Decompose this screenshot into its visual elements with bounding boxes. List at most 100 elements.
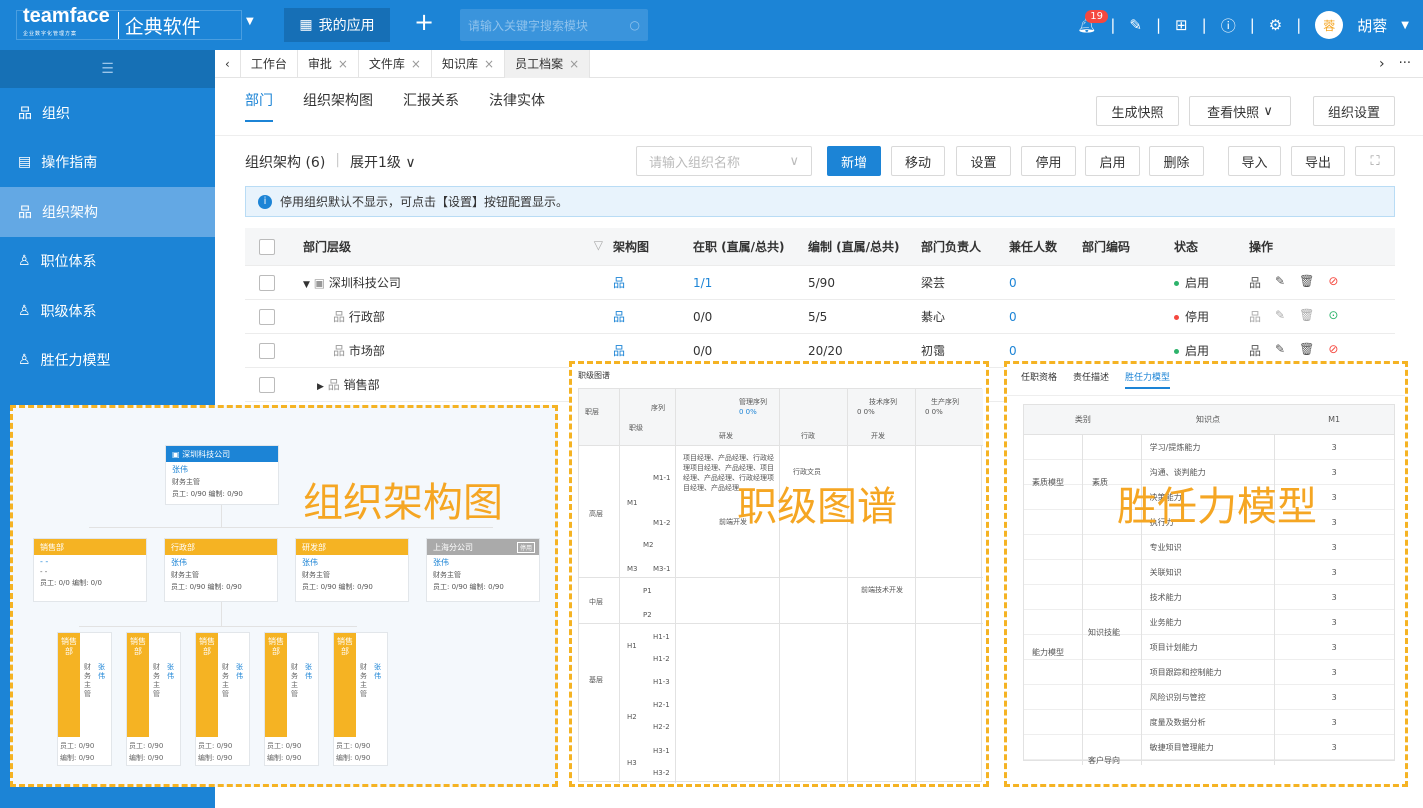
org-name-select[interactable]: 请输入组织名称 ∨ xyxy=(636,146,812,176)
brand-dropdown-icon[interactable]: ▼ xyxy=(246,16,254,27)
settings-button[interactable]: 设置 xyxy=(956,146,1011,176)
export-button[interactable]: 导出 xyxy=(1291,146,1345,176)
expand-level-dropdown[interactable]: 展开1级 ∨ xyxy=(350,152,416,172)
tab-prev-icon[interactable]: ‹ xyxy=(215,49,241,78)
concurrent-count[interactable]: 0 xyxy=(1009,310,1082,324)
add-button[interactable]: 新增 xyxy=(827,146,881,176)
org-node[interactable]: 研发部 张伟 财务主管 员工: 0/90 编制: 0/90 xyxy=(295,538,409,602)
view-snapshot-button[interactable]: 查看快照 ∨ xyxy=(1189,96,1291,126)
edit-icon[interactable]: ✎ xyxy=(1275,274,1285,291)
subnav-reporting[interactable]: 汇报关系 xyxy=(403,90,459,122)
sidebar-item-competency[interactable]: ♙ 胜任力模型 xyxy=(0,336,215,386)
table-row[interactable]: 品 行政部 品 0/0 5/5 綦心 0 停用 品 ✎ 🗑︎ ⊙ xyxy=(245,300,1395,334)
leaf-stat: 员工: 0/90 xyxy=(198,742,233,750)
table-row[interactable]: ▼ ▣ 深圳科技公司 品 1/1 5/90 梁芸 0 启用 品 ✎ 🗑︎ ⊘ xyxy=(245,266,1395,300)
edit-icon[interactable]: ✎ xyxy=(1129,16,1142,34)
disable-icon[interactable]: ⊘ xyxy=(1328,274,1338,291)
caret-right-icon[interactable]: ▶ xyxy=(317,382,324,392)
disable-icon[interactable]: ⊘ xyxy=(1328,342,1338,359)
org-node[interactable]: 销售部 - - - - 员工: 0/0 编制: 0/0 xyxy=(33,538,147,602)
close-icon[interactable]: × xyxy=(411,57,421,71)
gear-icon[interactable]: ⚙ xyxy=(1269,16,1282,34)
import-button[interactable]: 导入 xyxy=(1228,146,1281,176)
org-settings-button[interactable]: 组织设置 xyxy=(1313,96,1395,126)
org-leaf-node[interactable]: 销售部 财务主管 张伟 员工: 0/90 编制: 0/90 xyxy=(333,632,388,766)
filter-icon[interactable]: ▽ xyxy=(594,238,603,255)
chevron-down-icon[interactable]: ▼ xyxy=(1401,20,1409,31)
org-leaf-node[interactable]: 销售部 财务主管 张伟 员工: 0/90 编制: 0/90 xyxy=(126,632,181,766)
sidebar-item-org[interactable]: 品组织 xyxy=(0,88,215,138)
close-icon[interactable]: × xyxy=(338,57,348,71)
sidebar-item-org-structure[interactable]: 品组织架构 xyxy=(0,187,215,237)
more-icon[interactable]: ··· xyxy=(1399,56,1423,71)
tab-next-icon[interactable]: › xyxy=(1365,56,1399,72)
org-leaf-node[interactable]: 销售部 财务主管 张伟 员工: 0/90 编制: 0/90 xyxy=(264,632,319,766)
sidebar-item-guide[interactable]: ▤ 操作指南 xyxy=(0,138,215,188)
org-chart-icon[interactable]: 品 xyxy=(1249,342,1261,359)
row-checkbox[interactable] xyxy=(259,274,275,291)
trash-icon[interactable]: 🗑︎ xyxy=(1299,308,1314,325)
enable-button[interactable]: 启用 xyxy=(1085,146,1140,176)
org-icon: 品 xyxy=(327,378,340,392)
generate-snapshot-button[interactable]: 生成快照 xyxy=(1096,96,1179,126)
knowledge-item: 专业知识 xyxy=(1149,542,1182,552)
fullscreen-icon[interactable]: ⛶ xyxy=(1355,146,1395,176)
onjob-count[interactable]: 1/1 xyxy=(693,276,808,290)
sidebar-item-positions[interactable]: ♙ 职位体系 xyxy=(0,237,215,287)
bell-icon[interactable]: 🔔︎ 19 xyxy=(1077,10,1109,34)
concurrent-count[interactable]: 0 xyxy=(1009,344,1082,358)
select-all-checkbox[interactable] xyxy=(259,238,275,255)
brand-logo[interactable]: teamface 企业数字化管理方案 企典软件 xyxy=(16,6,242,40)
tab-files[interactable]: 文件库 × xyxy=(359,49,432,78)
org-chart-icon[interactable]: 品 xyxy=(1249,308,1261,325)
concurrent-count[interactable]: 0 xyxy=(1009,276,1082,290)
apps-grid-icon[interactable]: ⊞ xyxy=(1175,16,1188,34)
my-apps-button[interactable]: ▦ 我的应用 xyxy=(284,8,390,42)
module-search-input[interactable]: 请输入关键字搜索模块 ○ xyxy=(460,9,648,41)
org-leaf-node[interactable]: 销售部 财务主管 张伟 员工: 0/90 编制: 0/90 xyxy=(57,632,112,766)
row-checkbox[interactable] xyxy=(259,308,275,325)
org-chart-icon[interactable]: 品 xyxy=(613,308,693,325)
row-checkbox[interactable] xyxy=(259,342,275,359)
collapse-menu-icon[interactable]: ☰ xyxy=(0,50,215,88)
org-node[interactable]: 上海分公司 停用 张伟 财务主管 员工: 0/90 编制: 0/90 xyxy=(426,538,540,602)
node-stat: 员工: 0/90 编制: 0/90 xyxy=(433,583,504,591)
org-chart-icon[interactable]: 品 xyxy=(613,274,693,291)
quota-count: 5/5 xyxy=(808,309,828,324)
org-leaf-node[interactable]: 销售部 财务主管 张伟 员工: 0/90 编制: 0/90 xyxy=(195,632,250,766)
org-node[interactable]: 行政部 张伟 财务主管 员工: 0/90 编制: 0/90 xyxy=(164,538,278,602)
close-icon[interactable]: × xyxy=(569,57,579,71)
tab-responsibility[interactable]: 责任描述 xyxy=(1073,370,1109,389)
edit-icon[interactable]: ✎ xyxy=(1275,308,1285,325)
row-checkbox[interactable] xyxy=(259,376,275,393)
tab-workbench[interactable]: 工作台 xyxy=(241,49,298,78)
tab-approval[interactable]: 审批 × xyxy=(298,49,359,78)
tab-qualification[interactable]: 任职资格 xyxy=(1021,370,1057,389)
user-name[interactable]: 胡蓉 xyxy=(1357,15,1387,36)
move-button[interactable]: 移动 xyxy=(891,146,945,176)
disable-button[interactable]: 停用 xyxy=(1021,146,1076,176)
close-icon[interactable]: × xyxy=(484,57,494,71)
trash-icon[interactable]: 🗑︎ xyxy=(1299,342,1314,359)
help-icon[interactable]: ⓘ xyxy=(1221,15,1236,36)
tab-competency[interactable]: 胜任力模型 xyxy=(1125,370,1171,389)
subnav-department[interactable]: 部门 xyxy=(245,90,273,122)
tab-knowledge[interactable]: 知识库 × xyxy=(432,49,506,78)
org-chart-icon[interactable]: 品 xyxy=(613,342,693,359)
subnav-org-chart[interactable]: 组织架构图 xyxy=(303,90,373,122)
node-person: 张伟 xyxy=(302,558,318,567)
subnav-legal-entity[interactable]: 法律实体 xyxy=(489,90,545,122)
enable-icon[interactable]: ⊙ xyxy=(1328,308,1338,325)
onjob-count[interactable]: 0/0 xyxy=(693,310,808,324)
org-chart-icon[interactable]: 品 xyxy=(1249,274,1261,291)
avatar[interactable]: 蓉 xyxy=(1315,11,1344,39)
edit-icon[interactable]: ✎ xyxy=(1275,342,1285,359)
add-icon[interactable]: + xyxy=(414,8,434,36)
org-node-root[interactable]: ▣ 深圳科技公司 张伟 财务主管 员工: 0/90 编制: 0/90 xyxy=(165,445,279,505)
tab-employee-records[interactable]: 员工档案 × xyxy=(505,49,591,78)
sidebar-item-levels[interactable]: ♙ 职级体系 xyxy=(0,286,215,336)
trash-icon[interactable]: 🗑︎ xyxy=(1299,274,1314,291)
delete-button[interactable]: 删除 xyxy=(1149,146,1204,176)
onjob-count[interactable]: 0/0 xyxy=(693,344,808,358)
caret-down-icon[interactable]: ▼ xyxy=(303,280,310,290)
